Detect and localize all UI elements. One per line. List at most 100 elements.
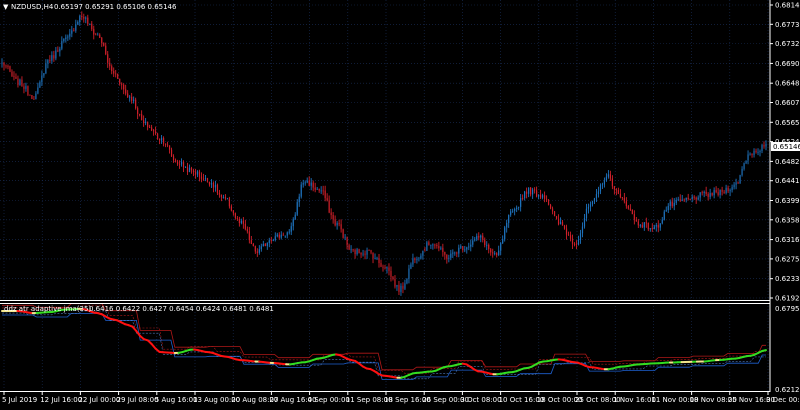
candle-body — [352, 249, 353, 250]
candle-body — [285, 236, 286, 237]
candle-body — [341, 224, 342, 229]
candle-body — [564, 226, 565, 229]
candle-body — [119, 79, 120, 84]
candle-body — [9, 66, 10, 72]
candle-body — [75, 24, 76, 30]
candle-body — [251, 240, 252, 244]
candle-body — [155, 131, 156, 133]
chart-menu-arrow-icon[interactable]: ▼ — [3, 3, 9, 11]
candle-body — [69, 34, 70, 37]
candle-body — [462, 246, 463, 250]
candle-body — [670, 202, 671, 206]
candle-body — [33, 99, 34, 100]
candle-body — [53, 55, 54, 58]
candle-body — [165, 144, 166, 145]
candle-body — [614, 186, 615, 189]
candle-body — [299, 197, 300, 203]
candle-body — [339, 223, 340, 224]
candle-body — [722, 190, 723, 192]
candle-body — [524, 192, 525, 199]
candle-body — [586, 209, 587, 218]
candle-body — [416, 259, 417, 260]
candle-body — [235, 213, 236, 218]
time-tick-label: 12 Jul 16:00 — [40, 396, 82, 404]
candle-body — [219, 193, 220, 194]
candle-body — [668, 206, 669, 210]
candle-body — [225, 197, 226, 199]
candle-body — [728, 188, 729, 191]
time-axis[interactable]: 5 Jul 201912 Jul 16:0022 Jul 00:0029 Jul… — [2, 392, 800, 404]
candle-body — [93, 29, 94, 34]
candle-body — [233, 211, 234, 214]
candle-body — [706, 192, 707, 194]
candle-body — [588, 207, 589, 209]
candle-body — [737, 183, 738, 184]
candle-body — [223, 197, 224, 198]
candle-body — [590, 204, 591, 207]
candle-body — [89, 24, 90, 25]
candle-body — [672, 202, 673, 207]
candle-body — [528, 188, 529, 194]
candle-body — [113, 71, 114, 73]
candle-body — [99, 35, 100, 38]
candle-body — [724, 192, 725, 193]
candle-body — [125, 89, 126, 93]
candle-body — [666, 210, 667, 212]
candle-body — [303, 183, 304, 184]
candle-body — [532, 190, 533, 195]
candle-body — [562, 222, 563, 226]
price-axis[interactable]: 0.681400.677300.673200.669000.664800.660… — [770, 2, 800, 303]
candle-body — [731, 187, 732, 190]
candle-body — [37, 87, 38, 93]
candle-body — [674, 203, 675, 206]
jma-line — [2, 309, 766, 378]
candle-body — [1, 63, 2, 64]
candle-body — [714, 190, 715, 195]
candle-body — [530, 188, 531, 195]
candle-body — [522, 198, 523, 199]
candle-body — [333, 215, 334, 219]
candle-body — [686, 198, 687, 200]
candle-body — [121, 84, 122, 85]
time-tick-label: 29 Jul 08:00 — [117, 396, 159, 404]
candle-body — [516, 208, 517, 209]
candle-body — [448, 258, 449, 259]
candle-body — [199, 171, 200, 176]
candle-body — [765, 144, 766, 146]
candle-body — [420, 256, 421, 259]
candle-body — [229, 199, 230, 207]
candle-body — [654, 226, 655, 229]
candle-body — [472, 240, 473, 244]
candle-body — [317, 189, 318, 190]
candle-body — [323, 190, 324, 191]
candle-body — [71, 30, 72, 33]
candle-body — [696, 198, 697, 200]
candle-body — [305, 182, 306, 183]
candle-body — [496, 253, 497, 255]
candle-body — [480, 236, 481, 238]
candle-body — [626, 201, 627, 206]
candle-body — [366, 250, 367, 255]
price-candles — [1, 11, 766, 295]
candle-body — [554, 211, 555, 216]
candle-body — [400, 286, 401, 292]
candle-body — [704, 192, 705, 193]
candle-body — [163, 138, 164, 143]
candle-body — [189, 168, 190, 172]
candle-body — [153, 130, 154, 131]
candle-body — [217, 185, 218, 193]
candle-body — [492, 252, 493, 253]
candle-body — [281, 235, 282, 238]
candle-body — [321, 190, 322, 191]
price-tick-label: 0.63580 — [775, 216, 800, 224]
candle-body — [43, 73, 44, 75]
candle-body — [710, 193, 711, 197]
mt4-chart-window[interactable]: ▼ NZDUSD,H4 0.65197 0.65291 0.65106 0.65… — [0, 0, 800, 406]
candle-body — [396, 285, 397, 287]
price-tick-label: 0.67320 — [775, 40, 800, 48]
price-chart[interactable]: ▼ NZDUSD,H4 0.65197 0.65291 0.65106 0.65… — [0, 0, 800, 406]
price-tick-label: 0.62330 — [775, 275, 800, 283]
candle-body — [747, 154, 748, 160]
candle-body — [343, 229, 344, 237]
candle-body — [358, 249, 359, 253]
